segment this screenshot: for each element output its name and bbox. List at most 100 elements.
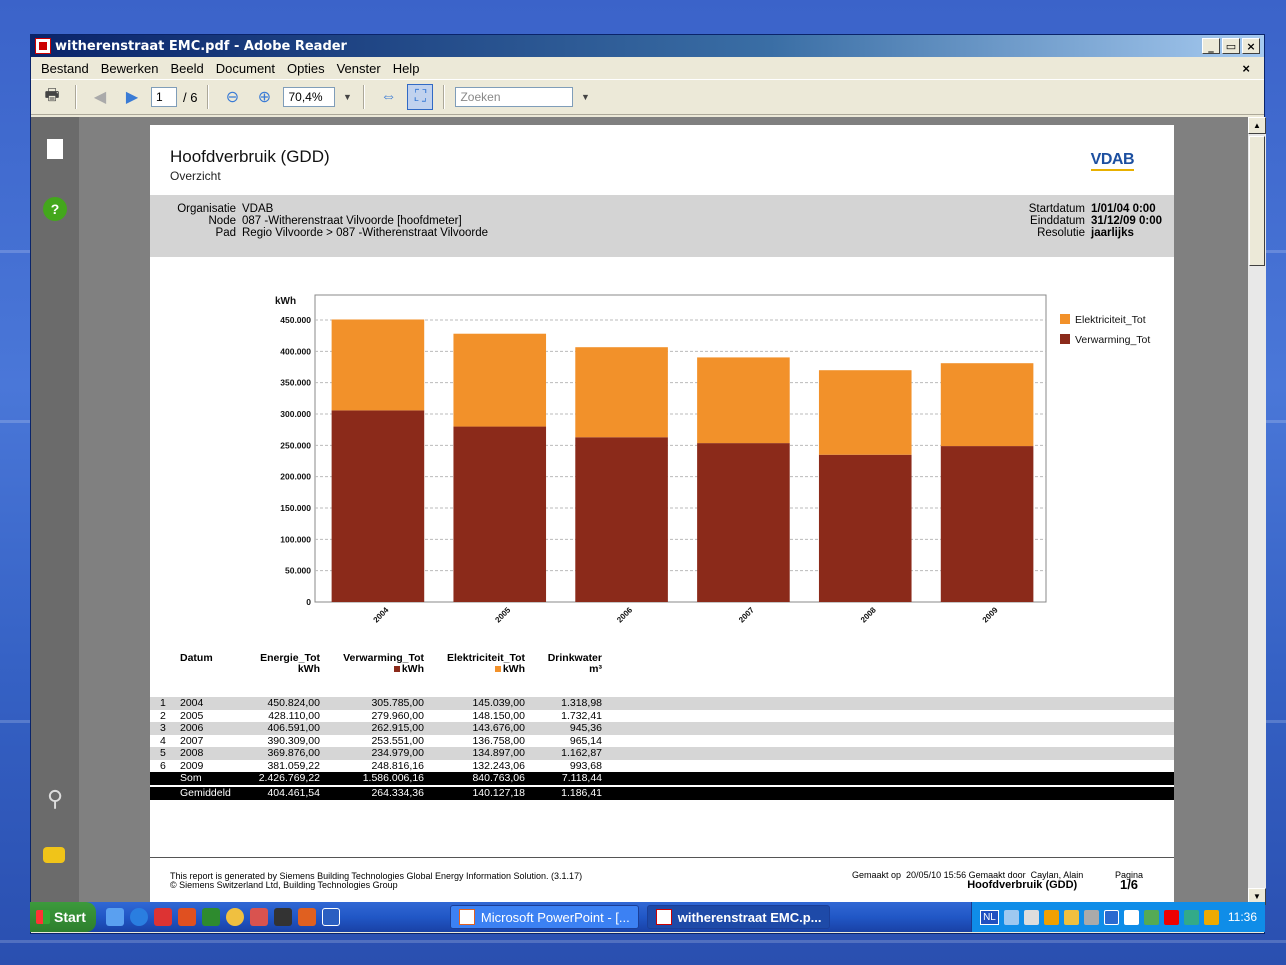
scroll-up-icon[interactable]: ▲ bbox=[1248, 117, 1266, 134]
tray-icon[interactable] bbox=[1183, 909, 1199, 925]
info-key: Pad bbox=[215, 227, 236, 239]
y-axis-label: kWh bbox=[275, 296, 296, 307]
document-close-icon[interactable]: × bbox=[1236, 59, 1256, 78]
x-tick-label: 2007 bbox=[737, 605, 756, 624]
legend-swatch bbox=[1060, 314, 1070, 324]
menu-document[interactable]: Document bbox=[210, 59, 281, 78]
internet-explorer-icon[interactable] bbox=[129, 908, 148, 926]
y-tick-label: 300.000 bbox=[280, 409, 311, 419]
taskbar-item-powerpoint[interactable]: Microsoft PowerPoint - [... bbox=[449, 905, 639, 929]
zoom-dropdown-icon[interactable]: ▼ bbox=[341, 84, 353, 110]
zoom-in-icon[interactable]: ⊕ bbox=[251, 84, 277, 110]
attachment-icon[interactable]: ⚲ bbox=[43, 786, 67, 811]
search-dropdown-icon[interactable]: ▼ bbox=[579, 84, 591, 110]
cell-energie: 381.059,22 bbox=[267, 759, 320, 772]
cell-drinkwater: 7.118,44 bbox=[561, 772, 602, 784]
cell-drinkwater: 1.162,87 bbox=[561, 747, 602, 759]
sum-row: Som 2.426.769,22 1.586.006,16 840.763,06 7.1… bbox=[150, 772, 1174, 785]
row-index: 2 bbox=[160, 709, 166, 722]
cell-verwarming: 234.979,00 bbox=[371, 747, 424, 759]
page-number-input[interactable]: 1 bbox=[151, 87, 177, 107]
close-button[interactable]: × bbox=[1242, 38, 1260, 54]
cell-energie: 404.461,54 bbox=[267, 787, 320, 799]
acrobat-icon[interactable] bbox=[153, 908, 172, 926]
pdf-app-icon bbox=[35, 38, 51, 54]
next-page-icon[interactable]: ▶ bbox=[119, 84, 145, 110]
tray-icon[interactable] bbox=[1123, 909, 1139, 925]
unit-text: kWh bbox=[401, 663, 424, 675]
language-indicator[interactable]: NL bbox=[980, 909, 999, 925]
cell-verwarming: 253.551,00 bbox=[371, 734, 424, 747]
quicklaunch-icon[interactable] bbox=[105, 908, 124, 926]
y-tick-label: 50.000 bbox=[285, 566, 311, 576]
excel-icon[interactable] bbox=[201, 908, 220, 926]
fit-width-icon[interactable]: ⇔ bbox=[375, 84, 401, 110]
footer-copyright: © Siemens Switzerland Ltd, Building Tech… bbox=[170, 880, 398, 890]
word-icon[interactable] bbox=[321, 908, 340, 926]
zoom-out-icon[interactable]: ⊖ bbox=[219, 84, 245, 110]
quicklaunch-icon[interactable] bbox=[273, 908, 292, 926]
windows-logo-icon bbox=[36, 910, 50, 924]
tray-icon[interactable] bbox=[1063, 909, 1079, 925]
report-subtitle: Overzicht bbox=[170, 169, 221, 183]
info-key: Resolutie bbox=[1037, 227, 1086, 239]
plot-frame bbox=[314, 294, 1047, 603]
info-value: 31/12/09 0:00 bbox=[1091, 215, 1162, 227]
tray-icon[interactable] bbox=[1143, 909, 1159, 925]
table-row: 5 2008 369.876,00 234.979,00 134.897,00 1.162… bbox=[150, 747, 1174, 760]
window-title: witherenstraat EMC.pdf - Adobe Reader bbox=[55, 38, 347, 54]
zoom-input[interactable]: 70,4% bbox=[283, 87, 336, 107]
tray-icon[interactable] bbox=[1203, 909, 1219, 925]
y-tick-label: 350.000 bbox=[280, 378, 311, 388]
tray-icon[interactable] bbox=[1103, 909, 1119, 925]
quicklaunch-icon[interactable] bbox=[177, 908, 196, 926]
pages-icon[interactable] bbox=[47, 139, 63, 159]
print-icon[interactable]: 🖶 bbox=[39, 84, 65, 110]
report-footer: This report is generated by Siemens Buil… bbox=[150, 857, 1174, 905]
previous-page-icon[interactable]: ◀ bbox=[87, 84, 113, 110]
table-row: 2 2005 428.110,00 279.960,00 148.150,00 1.732… bbox=[150, 710, 1174, 723]
bar-verwarming-tot bbox=[940, 446, 1034, 602]
menu-beeld[interactable]: Beeld bbox=[165, 59, 210, 78]
chart-svg: 0 50.000 100.000 150.000 200.000 250.000 300.0… bbox=[275, 294, 1150, 624]
info-key: Organisatie bbox=[177, 203, 236, 215]
toolbar-separator bbox=[75, 85, 77, 109]
quicklaunch-icon[interactable] bbox=[225, 908, 244, 926]
unit-text: kWh bbox=[502, 663, 525, 675]
cell-elektriciteit: 140.127,18 bbox=[472, 787, 525, 799]
tray-icon[interactable] bbox=[1083, 909, 1099, 925]
x-tick-label: 2005 bbox=[493, 605, 512, 624]
help-icon[interactable]: ? bbox=[43, 197, 67, 221]
powerpoint-icon[interactable] bbox=[297, 908, 316, 926]
scroll-thumb[interactable] bbox=[1249, 136, 1265, 266]
norton-icon[interactable] bbox=[1163, 909, 1179, 925]
minimize-button[interactable]: _ bbox=[1202, 38, 1220, 54]
average-row: Gemiddeld 404.461,54 264.334,36 140.127,18 1… bbox=[150, 787, 1174, 800]
report-info-bar: Organisatie VDAB Node 087 -Witherenstraa… bbox=[150, 195, 1174, 257]
fit-page-icon[interactable]: ⛶ bbox=[407, 84, 434, 110]
tray-icon[interactable] bbox=[1003, 909, 1019, 925]
row-index: 1 bbox=[160, 697, 166, 709]
vertical-scrollbar[interactable]: ▲ ▼ bbox=[1248, 117, 1266, 905]
menu-bewerken[interactable]: Bewerken bbox=[95, 59, 165, 78]
cell-drinkwater: 1.318,98 bbox=[561, 697, 602, 709]
tray-icon[interactable] bbox=[1023, 909, 1039, 925]
taskbar-item-adobe-reader[interactable]: witherenstraat EMC.p... bbox=[646, 905, 831, 929]
menu-help[interactable]: Help bbox=[387, 59, 426, 78]
row-index: 6 bbox=[160, 759, 166, 772]
maximize-button[interactable]: ▭ bbox=[1222, 38, 1240, 54]
menu-bestand[interactable]: Bestand bbox=[35, 59, 95, 78]
title-bar[interactable]: witherenstraat EMC.pdf - Adobe Reader _ … bbox=[31, 35, 1264, 57]
cell-energie: 369.876,00 bbox=[267, 747, 320, 759]
quicklaunch-icon[interactable] bbox=[249, 908, 268, 926]
search-input[interactable]: Zoeken bbox=[455, 87, 574, 107]
menu-venster[interactable]: Venster bbox=[331, 59, 387, 78]
bar-elektriciteit-tot bbox=[697, 357, 790, 444]
x-tick-label: 2004 bbox=[372, 605, 391, 624]
comments-icon[interactable] bbox=[43, 847, 65, 863]
start-button[interactable]: Start bbox=[30, 902, 96, 932]
tray-icon[interactable] bbox=[1043, 909, 1059, 925]
unit-text: kWh bbox=[297, 663, 320, 675]
column-header-unit: m³ bbox=[548, 664, 602, 675]
menu-opties[interactable]: Opties bbox=[281, 59, 331, 78]
